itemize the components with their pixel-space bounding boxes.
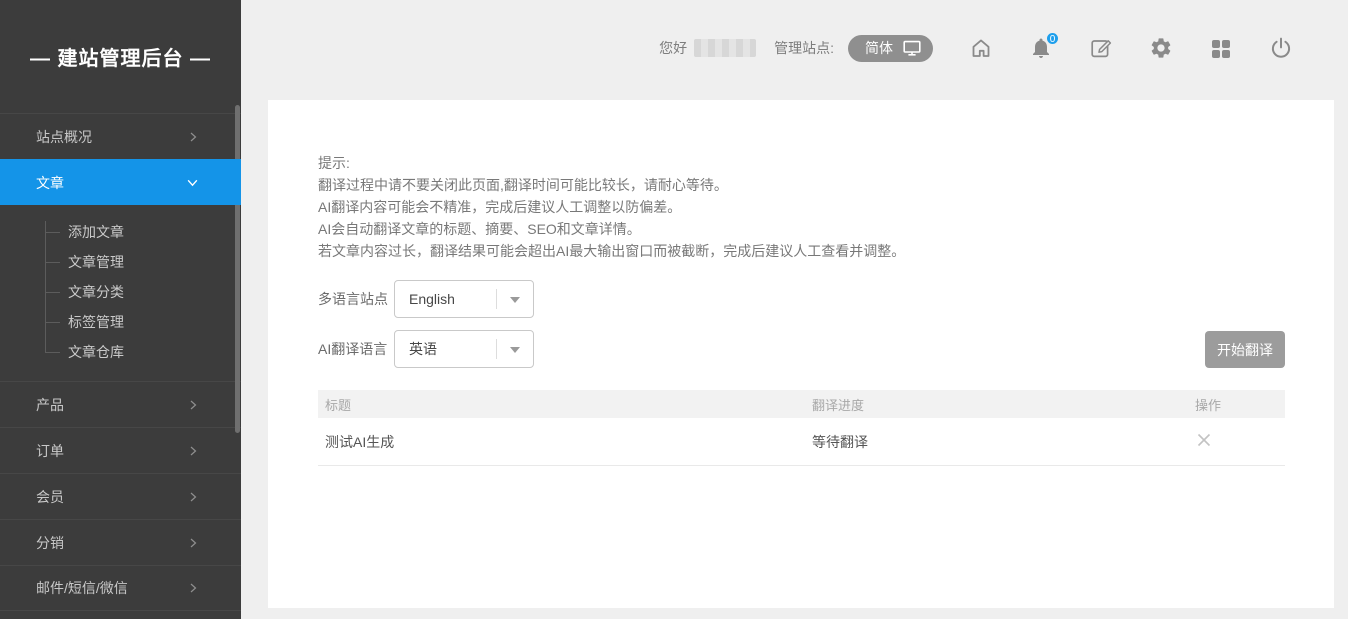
settings-button[interactable] bbox=[1149, 36, 1173, 60]
logout-button[interactable] bbox=[1269, 36, 1293, 60]
chevron-right-icon bbox=[187, 537, 199, 549]
chevron-right-icon bbox=[187, 445, 199, 457]
ai-translate-lang-label: AI翻译语言 bbox=[318, 339, 394, 359]
chevron-right-icon bbox=[187, 491, 199, 503]
col-header-actions: 操作 bbox=[1195, 395, 1285, 414]
col-header-progress: 翻译进度 bbox=[812, 395, 1195, 414]
greeting-text: 您好 bbox=[659, 38, 687, 58]
submenu-item-tag-manage[interactable]: 标签管理 bbox=[0, 307, 241, 337]
sidebar-item-label: 会员 bbox=[36, 487, 64, 507]
topbar: 您好 管理站点: 简体 0 bbox=[241, 0, 1348, 96]
delete-row-button[interactable] bbox=[1195, 431, 1213, 449]
multilang-site-select[interactable]: English bbox=[394, 280, 534, 318]
chevron-right-icon bbox=[187, 582, 199, 594]
caret-down-icon bbox=[510, 297, 520, 303]
notification-badge: 0 bbox=[1045, 31, 1060, 46]
notifications-button[interactable]: 0 bbox=[1029, 36, 1053, 60]
sidebar-item-orders[interactable]: 订单 bbox=[0, 427, 241, 473]
sidebar-item-distribution[interactable]: 分销 bbox=[0, 519, 241, 565]
home-icon bbox=[969, 36, 993, 60]
redacted-username bbox=[694, 39, 756, 57]
ai-translate-lang-row: AI翻译语言 英语 bbox=[318, 330, 534, 368]
table-row: 测试AI生成 等待翻译 bbox=[318, 418, 1285, 466]
cell-progress: 等待翻译 bbox=[812, 432, 1195, 452]
col-header-title: 标题 bbox=[318, 395, 812, 414]
power-icon bbox=[1269, 36, 1293, 60]
ai-translate-lang-select[interactable]: 英语 bbox=[394, 330, 534, 368]
table-header-row: 标题 翻译进度 操作 bbox=[318, 390, 1285, 418]
sidebar-item-members[interactable]: 会员 bbox=[0, 473, 241, 519]
gear-icon bbox=[1149, 36, 1173, 60]
apps-button[interactable] bbox=[1209, 36, 1233, 60]
sidebar-item-label: 产品 bbox=[36, 395, 64, 415]
tips-line: AI会自动翻译文章的标题、摘要、SEO和文章详情。 bbox=[318, 218, 1334, 240]
cell-title: 测试AI生成 bbox=[318, 432, 812, 452]
monitor-icon bbox=[902, 38, 922, 58]
submenu-item-article-manage[interactable]: 文章管理 bbox=[0, 247, 241, 277]
sidebar-menu: 站点概况 文章 添加文章 文章管理 文章分类 标签管理 文章仓库 产品 订单 会… bbox=[0, 113, 241, 611]
sidebar: — 建站管理后台 — 站点概况 文章 添加文章 文章管理 文章分类 标签管理 文… bbox=[0, 0, 241, 619]
caret-down-icon bbox=[510, 347, 520, 353]
lang-pill-label: 简体 bbox=[865, 38, 893, 58]
sidebar-item-label: 邮件/短信/微信 bbox=[36, 578, 128, 598]
home-button[interactable] bbox=[969, 36, 993, 60]
sidebar-item-label: 站点概况 bbox=[36, 127, 92, 147]
submenu-item-article-category[interactable]: 文章分类 bbox=[0, 277, 241, 307]
select-divider bbox=[496, 289, 497, 309]
ai-translate-lang-value: 英语 bbox=[409, 339, 437, 359]
sidebar-item-label: 订单 bbox=[36, 441, 64, 461]
grid-icon bbox=[1209, 36, 1233, 60]
app-title: — 建站管理后台 — bbox=[0, 0, 241, 71]
close-icon bbox=[1195, 431, 1213, 449]
manage-site-label: 管理站点: bbox=[774, 38, 834, 58]
sidebar-item-label: 文章 bbox=[36, 173, 64, 193]
edit-button[interactable] bbox=[1089, 36, 1113, 60]
articles-submenu: 添加文章 文章管理 文章分类 标签管理 文章仓库 bbox=[0, 205, 241, 381]
tips-block: 提示: 翻译过程中请不要关闭此页面,翻译时间可能比较长，请耐心等待。 AI翻译内… bbox=[268, 100, 1334, 262]
tips-line: 翻译过程中请不要关闭此页面,翻译时间可能比较长，请耐心等待。 bbox=[318, 174, 1334, 196]
chevron-down-icon bbox=[186, 176, 199, 189]
sidebar-scrollbar-thumb[interactable] bbox=[235, 105, 240, 433]
simplified-chinese-button[interactable]: 简体 bbox=[848, 35, 933, 62]
sidebar-item-label: 分销 bbox=[36, 533, 64, 553]
chevron-right-icon bbox=[187, 399, 199, 411]
multilang-site-row: 多语言站点 English bbox=[318, 280, 534, 318]
translate-table: 标题 翻译进度 操作 测试AI生成 等待翻译 bbox=[318, 390, 1285, 466]
tips-line: 若文章内容过长，翻译结果可能会超出AI最大输出窗口而被截断，完成后建议人工查看并… bbox=[318, 240, 1334, 262]
sidebar-item-site-overview[interactable]: 站点概况 bbox=[0, 113, 241, 159]
tips-line: AI翻译内容可能会不精准，完成后建议人工调整以防偏差。 bbox=[318, 196, 1334, 218]
sidebar-item-articles[interactable]: 文章 bbox=[0, 159, 241, 205]
content-card: 提示: 翻译过程中请不要关闭此页面,翻译时间可能比较长，请耐心等待。 AI翻译内… bbox=[268, 100, 1334, 608]
edit-icon bbox=[1089, 36, 1113, 60]
submenu-item-add-article[interactable]: 添加文章 bbox=[0, 217, 241, 247]
chevron-right-icon bbox=[187, 131, 199, 143]
multilang-site-label: 多语言站点 bbox=[318, 289, 394, 309]
select-divider bbox=[496, 339, 497, 359]
sidebar-item-products[interactable]: 产品 bbox=[0, 381, 241, 427]
start-translate-button[interactable]: 开始翻译 bbox=[1205, 331, 1285, 368]
tips-title: 提示: bbox=[318, 152, 1334, 174]
multilang-site-value: English bbox=[409, 291, 455, 307]
sidebar-item-messaging[interactable]: 邮件/短信/微信 bbox=[0, 565, 241, 611]
submenu-item-article-repo[interactable]: 文章仓库 bbox=[0, 337, 241, 367]
